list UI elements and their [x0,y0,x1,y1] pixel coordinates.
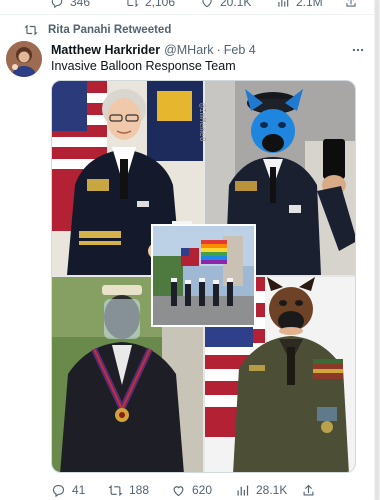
tweet-header: Matthew Harkrider @MHark · Feb 4 [51,42,366,58]
previous-reply-count: 346 [70,0,91,9]
author-handle[interactable]: @MHark [164,43,214,57]
retweet-button[interactable]: 188 [108,483,149,498]
separator-dot: · [216,43,221,57]
divider [0,14,380,15]
retweet-banner-text: Rita Panahi Retweeted [48,24,172,36]
retweet-icon [108,484,123,496]
previous-tweet-actions: 346 2,106 20.1K 2.1M [50,0,362,10]
watermark-text: @ImMeme0 [198,103,207,142]
like-button[interactable]: 620 [171,483,212,498]
retweet-icon [24,24,38,36]
scrollbar-thumb[interactable] [375,0,379,500]
retweet-icon [127,0,139,8]
heart-icon [202,0,212,8]
views-button[interactable]: 28.1K [235,483,287,498]
photo-parade-inset[interactable] [151,224,256,327]
previous-views-count: 2.1M [296,0,323,9]
tweet-media[interactable]: @ImMeme0 [51,80,356,473]
share-button[interactable] [301,483,316,498]
reply-button[interactable]: 41 [51,483,85,498]
reply-count: 41 [72,483,86,497]
previous-retweet-count: 2,106 [145,0,176,9]
scrollbar[interactable] [374,0,380,500]
previous-retweet-button[interactable]: 2,106 [125,0,175,9]
reply-icon [52,484,65,497]
watermark: @ImMeme0 [193,103,207,173]
previous-share-button[interactable] [344,0,358,9]
retweet-banner[interactable]: Rita Panahi Retweeted [24,23,171,37]
like-count: 620 [192,483,213,497]
tweet-text: Invasive Balloon Response Team [51,59,236,73]
reply-icon [51,0,63,9]
tweet-actions: 41 188 620 28.1K [51,480,366,500]
previous-reply-button[interactable]: 346 [50,0,90,9]
bar-chart-icon [278,0,289,7]
previous-like-button[interactable]: 20.1K [200,0,251,9]
tweet-date[interactable]: Feb 4 [224,43,256,57]
bar-chart-icon [237,485,249,495]
views-count: 28.1K [256,483,288,497]
previous-views-button[interactable]: 2.1M [276,0,323,9]
heart-icon [173,485,184,496]
avatar[interactable] [6,41,42,77]
retweet-count: 188 [129,483,150,497]
share-icon [303,484,314,495]
more-icon [352,48,364,52]
previous-like-count: 20.1K [220,0,252,9]
more-button[interactable] [350,42,366,58]
share-icon [346,0,356,7]
author-name[interactable]: Matthew Harkrider [51,43,160,57]
